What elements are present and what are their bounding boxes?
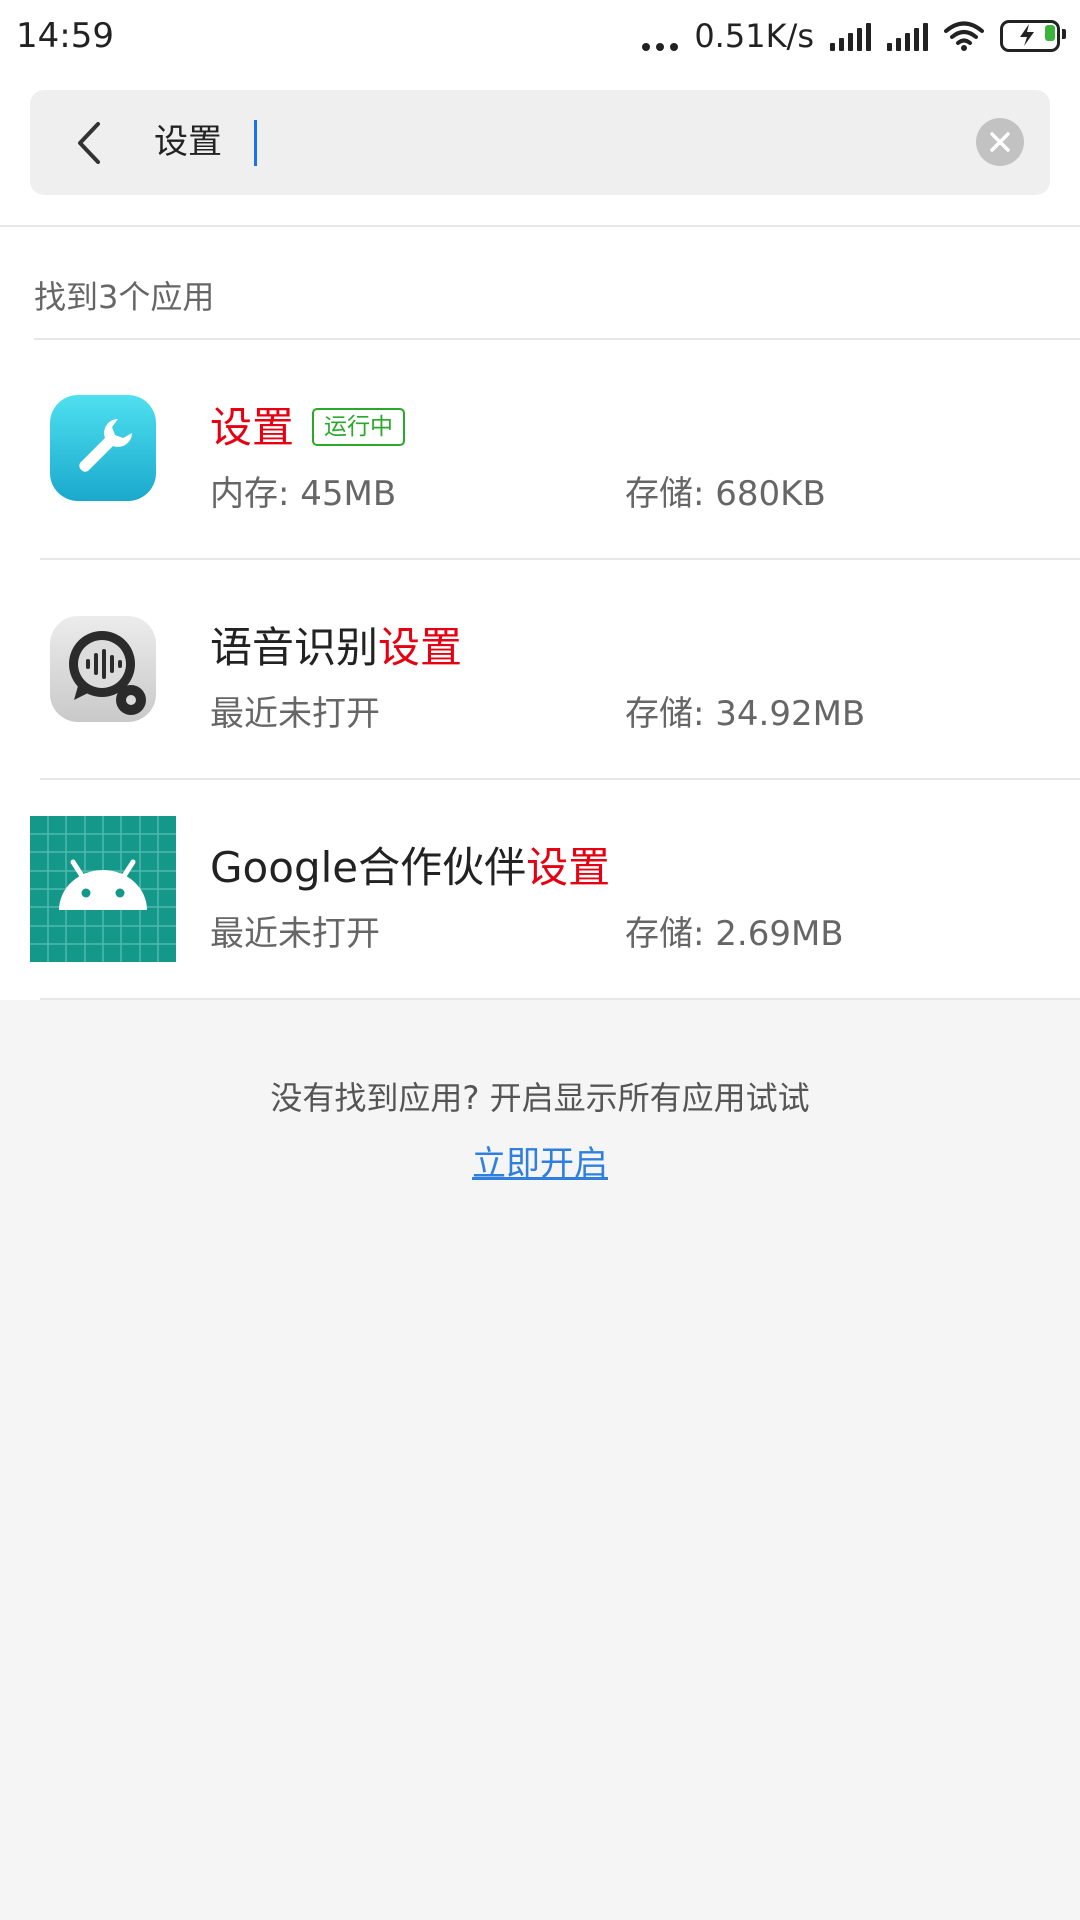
status-indicators: 0.51K/s <box>642 14 1066 58</box>
status-bar: 14:59 0.51K/s <box>0 0 1080 76</box>
status-time: 14:59 <box>16 16 114 56</box>
list-item[interactable]: Google合作伙伴设置 最近未打开 存储: 2.69MB <box>0 780 1080 998</box>
wifi-icon <box>944 21 984 51</box>
battery-charging-icon <box>1000 20 1066 52</box>
running-badge: 运行中 <box>312 407 406 446</box>
match-highlight: 设置 <box>378 623 463 672</box>
no-results-hint: 没有找到应用? 开启显示所有应用试试 <box>270 1079 810 1117</box>
app-name: 设置 运行中 <box>210 394 406 455</box>
search-bar: 设置 <box>30 90 1050 195</box>
storage-usage: 存储: 680KB <box>625 474 826 514</box>
voice-recognition-settings-icon <box>50 616 156 722</box>
divider <box>0 225 1080 227</box>
clear-icon[interactable] <box>976 118 1024 166</box>
text-cursor <box>254 120 257 166</box>
signal-icon <box>887 21 928 51</box>
network-speed: 0.51K/s <box>694 17 814 55</box>
last-opened: 最近未打开 <box>210 914 380 954</box>
more-dots-icon <box>642 21 679 51</box>
match-highlight: 设置 <box>210 403 295 452</box>
memory-usage: 内存: 45MB <box>210 474 397 514</box>
app-name: Google合作伙伴设置 <box>210 843 611 892</box>
list-item[interactable]: 语音识别设置 最近未打开 存储: 34.92MB <box>0 560 1080 778</box>
search-input[interactable]: 设置 <box>154 118 222 166</box>
chevron-left-icon[interactable] <box>70 118 110 168</box>
app-name: 语音识别设置 <box>210 623 463 672</box>
enable-now-link-row: 立即开启 <box>0 1136 1080 1185</box>
list-item[interactable]: 设置 运行中 内存: 45MB 存储: 680KB <box>0 340 1080 558</box>
storage-usage: 存储: 34.92MB <box>625 694 866 734</box>
storage-usage: 存储: 2.69MB <box>625 914 844 954</box>
android-icon <box>30 816 176 962</box>
results-summary: 找到3个应用 <box>34 278 215 316</box>
signal-icon <box>830 21 871 51</box>
enable-now-link[interactable]: 立即开启 <box>472 1144 608 1184</box>
settings-wrench-icon <box>50 395 156 501</box>
match-highlight: 设置 <box>526 843 611 892</box>
last-opened: 最近未打开 <box>210 694 380 734</box>
divider <box>40 998 1080 1000</box>
